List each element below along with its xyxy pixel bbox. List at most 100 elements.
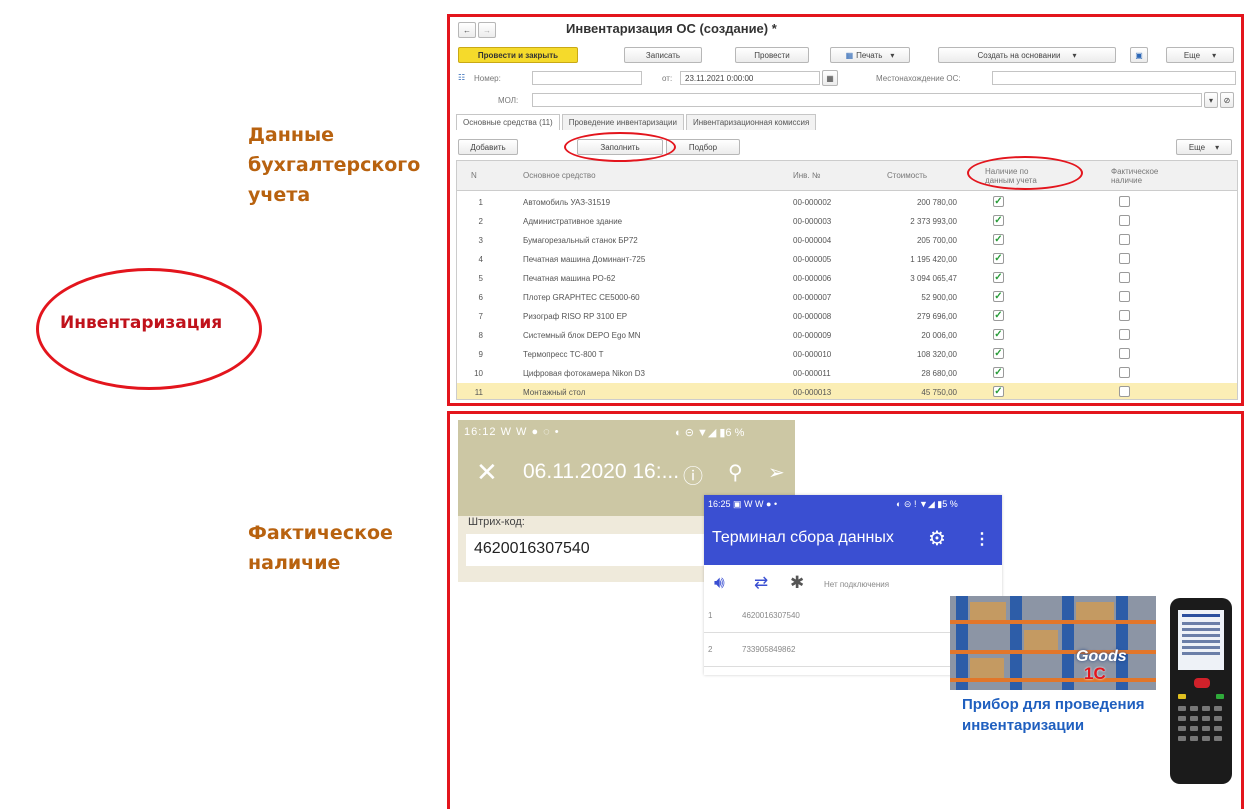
row-inv-number: 00-000008 [793,312,832,321]
row-asset-name: Монтажный стол [523,388,586,397]
sync-icon[interactable]: ⇄ [754,573,768,593]
row-inv-number: 00-000009 [793,331,832,340]
print-button[interactable]: ▦ Печать ▾ [830,47,910,63]
more-button[interactable]: Еще ▾ [1166,47,1234,63]
send-icon[interactable]: ➢ [768,460,785,485]
tab-fixed-assets[interactable]: Основные средства (11) [456,114,560,130]
row-number: 7 [478,312,483,321]
mol-open-button[interactable]: ⊘ [1220,92,1234,108]
book-checkbox[interactable]: ✓ [993,253,1004,264]
terminal-title: Терминал сбора данных [712,529,894,546]
table-row[interactable]: 8 Системный блок DEPO Ego MN 00-000009 20 0… [457,326,1237,345]
table-row[interactable]: 5 Печатная машина РО-62 00-000006 3 094 065… [457,269,1237,288]
select-button[interactable]: Подбор [666,139,740,155]
calendar-icon: ▦ [826,73,834,83]
book-checkbox[interactable]: ✓ [993,386,1004,397]
row-number: 2 [478,217,483,226]
number-field[interactable] [532,71,642,85]
row-n: 2 [708,645,713,654]
book-checkbox[interactable]: ✓ [993,348,1004,359]
report-icon: ▣ [1135,50,1143,60]
printer-icon: ▦ [845,50,854,60]
device-caption: Прибор для проведения инвентаризации [962,696,1145,734]
table-row[interactable]: 10 Цифровая фотокамера Nikon D3 00-000011 2… [457,364,1237,383]
mol-dropdown-button[interactable]: ▾ [1204,92,1218,108]
status-time: 16:12 [464,426,497,438]
post-close-button[interactable]: Провести и закрыть [458,47,578,63]
table-row[interactable]: 6 Плотер GRAPHTEC CE5000-60 00-000007 52 90… [457,288,1237,307]
table-row[interactable]: 2 Административное здание 00-000003 2 373 9… [457,212,1237,231]
book-checkbox[interactable]: ✓ [993,329,1004,340]
info-icon[interactable]: ⓘ [683,460,703,489]
table-more-button[interactable]: Еще ▾ [1176,139,1232,155]
create-based-button[interactable]: Создать на основании ▾ [938,47,1116,63]
chevron-down-icon: ▾ [1215,142,1220,152]
row-asset-name: Печатная машина РО-62 [523,274,616,283]
book-checkbox[interactable]: ✓ [993,291,1004,302]
actual-checkbox[interactable] [1119,367,1130,378]
col-actual: Фактическое наличие [1111,167,1159,185]
actual-checkbox[interactable] [1119,291,1130,302]
table-row[interactable]: 4 Печатная машина Доминант-725 00-000005 1 … [457,250,1237,269]
phone2-status: 16:25 ▣ W W ● • [708,499,777,510]
actual-checkbox[interactable] [1119,196,1130,207]
table-row[interactable]: 9 Термопресс ТС-800 Т 00-000010 108 320,00 ✓ [457,345,1237,364]
add-button[interactable]: Добавить [458,139,518,155]
table-row[interactable]: 3 Бумагорезальный станок БР72 00-000004 205… [457,231,1237,250]
row-inv-number: 00-000007 [793,293,832,302]
chevron-down-icon: ▾ [1072,50,1077,60]
row-asset-name: Печатная машина Доминант-725 [523,255,646,264]
book-checkbox[interactable]: ✓ [993,367,1004,378]
actual-checkbox[interactable] [1119,386,1130,397]
row-number: 4 [478,255,483,264]
actual-checkbox[interactable] [1119,329,1130,340]
more-vert-icon[interactable]: ⋮ [974,529,990,549]
table-row[interactable]: 1 Автомобиль УАЗ-31519 00-000002 200 780,00… [457,193,1237,212]
phone1-status-time: 16:12 W W ● ◌ • [464,426,560,438]
row-asset-name: Системный блок DEPO Ego MN [523,331,641,340]
table-row[interactable]: 7 Ризограф RISO RP 3100 EP 00-000008 279 69… [457,307,1237,326]
print-label: Печать [856,50,883,60]
mol-field[interactable] [532,93,1202,107]
forward-button[interactable]: → [478,22,496,38]
book-checkbox[interactable]: ✓ [993,310,1004,321]
back-button[interactable]: ← [458,22,476,38]
date-field[interactable]: 23.11.2021 0:00:00 [680,71,820,85]
book-checkbox[interactable]: ✓ [993,234,1004,245]
book-checkbox[interactable]: ✓ [993,272,1004,283]
inventory-label: Инвентаризация [60,313,223,333]
tab-commission[interactable]: Инвентаризационная комиссия [685,114,817,130]
search-icon[interactable]: ⚲ [728,460,743,485]
location-field[interactable] [992,71,1236,85]
actual-checkbox[interactable] [1119,310,1130,321]
row-inv-number: 00-000013 [793,388,832,397]
actual-checkbox[interactable] [1119,215,1130,226]
actual-checkbox[interactable] [1119,234,1130,245]
row-cost: 45 750,00 [921,388,957,397]
table-row[interactable]: 11 Монтажный стол 00-000013 45 750,00 ✓ [457,383,1237,399]
sound-icon[interactable]: 🔊︎ [714,573,725,593]
book-checkbox[interactable]: ✓ [993,215,1004,226]
report-icon-button[interactable]: ▣ [1130,47,1148,63]
post-button[interactable]: Провести [735,47,809,63]
close-icon[interactable]: ✕ [476,457,498,488]
actual-checkbox[interactable] [1119,348,1130,359]
book-checkbox[interactable]: ✓ [993,196,1004,207]
actual-checkbox[interactable] [1119,253,1130,264]
calendar-button[interactable]: ▦ [822,70,838,86]
tab-inventory-conduct[interactable]: Проведение инвентаризации [561,114,684,130]
tabs-bar: Основные средства (11) Проведение инвент… [456,114,818,130]
save-button[interactable]: Записать [624,47,702,63]
row-cost: 3 094 065,47 [910,274,957,283]
row-number: 8 [478,331,483,340]
barcode-input[interactable]: 4620016307540 [466,534,716,566]
connection-status: Нет подключения [824,580,890,589]
actual-checkbox[interactable] [1119,272,1130,283]
gear-icon[interactable]: ⚙ [928,526,946,551]
row-cost: 52 900,00 [921,293,957,302]
row-cost: 279 696,00 [916,312,957,321]
bluetooth-icon[interactable]: ✱ [790,573,804,593]
assets-table: N Основное средство Инв. № Стоимость Нал… [456,160,1238,400]
row-cost: 200 780,00 [916,198,957,207]
row-n: 1 [708,611,713,620]
